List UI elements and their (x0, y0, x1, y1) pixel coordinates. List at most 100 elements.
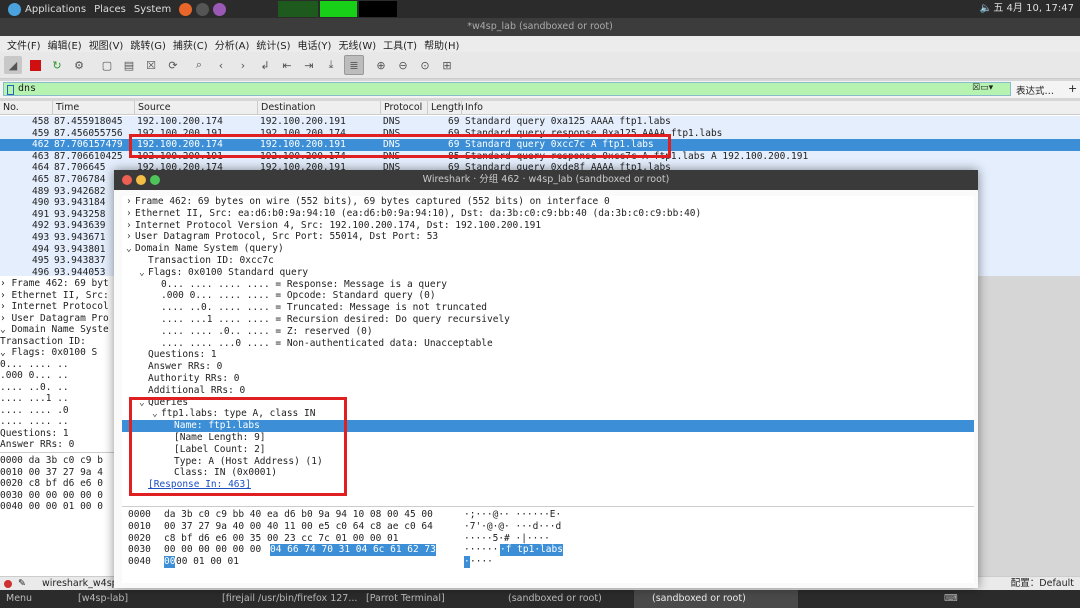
expanded-arrow-icon[interactable]: ⌄ (126, 243, 135, 255)
hex-ascii[interactable]: ···· (470, 556, 493, 568)
detail-line[interactable]: Transaction ID: (0, 336, 86, 348)
tree-node[interactable]: 0... .... .... .... = Response: Message … (122, 279, 974, 291)
menu-tools[interactable]: 工具(T) (383, 37, 417, 52)
hex-bytes[interactable]: c8 bf d6 e6 00 35 00 23 cc 7c 01 00 00 0… (164, 533, 399, 545)
menu-statistics[interactable]: 统计(S) (256, 37, 290, 52)
zoom-out-icon[interactable]: ⊖ (394, 56, 412, 74)
detail-line[interactable]: .... ..0. .. (0, 382, 69, 394)
capture-options-icon[interactable]: ⚙ (70, 56, 88, 74)
tree-node[interactable]: Answer RRs: 0 (122, 361, 974, 373)
detail-line[interactable]: › User Datagram Pro (0, 313, 109, 325)
open-file-icon[interactable]: ▢ (98, 56, 116, 74)
last-packet-icon[interactable]: ⇥ (300, 56, 318, 74)
column-destination[interactable]: Destination (257, 101, 316, 114)
tree-node[interactable]: Transaction ID: 0xcc7c (122, 255, 974, 267)
detail-line[interactable]: › Internet Protocol (0, 301, 109, 313)
hex-ascii[interactable]: ·7'·@·@· ···d···d (464, 521, 561, 533)
applications-menu[interactable]: Applications (8, 2, 86, 16)
column-info[interactable]: Info (461, 101, 483, 114)
hex-bytes[interactable]: 00 01 00 01 (176, 556, 239, 568)
taskbar-wireshark-dialog[interactable]: (sandboxed or root) (634, 590, 798, 608)
menu-edit[interactable]: 编辑(E) (48, 37, 82, 52)
detail-line[interactable]: › Frame 462: 69 byt (0, 278, 109, 290)
keyboard-icon[interactable]: ⌨ (944, 590, 958, 608)
expression-button[interactable]: 表达式… (1016, 83, 1054, 97)
tree-node[interactable]: Authority RRs: 0 (122, 373, 974, 385)
tree-node[interactable]: › Ethernet II, Src: ea:d6:b0:9a:94:10 (ea… (122, 208, 974, 220)
places-menu[interactable]: Places (94, 4, 126, 15)
menu-telephony[interactable]: 电话(Y) (298, 37, 332, 52)
tree-node[interactable]: .... ...1 .... .... = Recursion desired:… (122, 314, 974, 326)
terminal-icon[interactable] (196, 2, 210, 16)
hex-ascii-highlight[interactable]: ·f tp1·labs (500, 544, 563, 557)
hex-bytes-highlight[interactable]: 00 (164, 556, 176, 568)
save-file-icon[interactable]: ▤ (120, 56, 138, 74)
hex-bytes[interactable]: 00 00 00 00 00 00 (164, 544, 261, 556)
taskbar-w4sp-lab[interactable]: [w4sp-lab] (78, 590, 128, 608)
hex-offset[interactable]: 0020 (128, 533, 151, 545)
close-icon[interactable] (122, 175, 132, 185)
menu-go[interactable]: 跳转(G) (130, 37, 166, 52)
collapsed-arrow-icon[interactable]: › (126, 196, 135, 208)
zoom-in-icon[interactable]: ⊕ (372, 56, 390, 74)
column-protocol[interactable]: Protocol (380, 101, 422, 114)
hex-ascii[interactable]: ·;···@·· ······E· (464, 509, 561, 521)
collapsed-arrow-icon[interactable]: › (126, 231, 135, 243)
hex-bytes[interactable]: 00 37 27 9a 40 00 40 11 00 e5 c0 64 c8 a… (164, 521, 433, 533)
autoscroll-icon[interactable]: ⤓ (322, 56, 340, 74)
resize-columns-icon[interactable]: ⊞ (438, 56, 456, 74)
hex-offset[interactable]: 0040 (128, 556, 151, 568)
volume-icon[interactable]: 🔈 (980, 0, 992, 18)
column-no[interactable]: No. (0, 101, 19, 114)
menu-file[interactable]: 文件(F) (7, 37, 41, 52)
menu-help[interactable]: 帮助(H) (424, 37, 459, 52)
display-filter-input[interactable]: dns (3, 82, 1011, 96)
stop-capture-icon[interactable] (26, 56, 44, 74)
tree-node[interactable]: ⌄ Domain Name System (query) (122, 243, 974, 255)
edit-comment-icon[interactable]: ✎ (18, 577, 26, 591)
detail-line[interactable]: Answer RRs: 0 (0, 439, 74, 451)
tree-node[interactable]: .000 0... .... .... = Opcode: Standard q… (122, 290, 974, 302)
hex-ascii-highlight[interactable]: · (464, 556, 470, 568)
zoom-normal-icon[interactable]: ⊙ (416, 56, 434, 74)
first-packet-icon[interactable]: ⇤ (278, 56, 296, 74)
tree-node[interactable]: .... .... ...0 .... = Non-authenticated … (122, 338, 974, 350)
maximize-icon[interactable] (150, 175, 160, 185)
reload-file-icon[interactable]: ⟳ (164, 56, 182, 74)
bookmark-icon[interactable] (7, 85, 14, 95)
colorize-icon[interactable]: ≣ (344, 55, 364, 75)
go-back-icon[interactable]: ‹ (212, 56, 230, 74)
hex-offset[interactable]: 0010 (128, 521, 151, 533)
shark-fin-start-icon[interactable]: ◢ (4, 56, 22, 74)
tree-node[interactable]: › Frame 462: 69 bytes on wire (552 bits),… (122, 196, 974, 208)
clock[interactable]: 五 4月 10, 17:47 (993, 0, 1074, 18)
system-menu[interactable]: System (134, 4, 171, 15)
detail-line[interactable]: .... .... .. (0, 416, 69, 428)
detail-line[interactable]: › Ethernet II, Src: (0, 290, 109, 302)
hex-offset[interactable]: 0030 (128, 544, 151, 556)
collapsed-arrow-icon[interactable]: › (126, 220, 135, 232)
hex-ascii[interactable]: ······ (464, 544, 498, 556)
packet-row[interactable]: 458 87.455918045 192.100.200.174 192.100.20… (0, 116, 1080, 128)
detail-line[interactable]: .... ...1 .. (0, 393, 69, 405)
menu-wireless[interactable]: 无线(W) (338, 37, 376, 52)
tree-node[interactable]: .... .... .0.. .... = Z: reserved (0) (122, 326, 974, 338)
menu-view[interactable]: 视图(V) (89, 37, 124, 52)
taskbar-terminal[interactable]: [Parrot Terminal] (366, 590, 445, 608)
hex-bytes-highlight[interactable]: 04 66 74 70 31 04 6c 61 62 73 (270, 544, 436, 557)
firefox-icon[interactable] (179, 2, 193, 16)
app-launcher-icon[interactable] (213, 2, 227, 16)
detail-line[interactable]: 0... .... .. (0, 359, 69, 371)
find-packet-icon[interactable]: ⌕ (190, 56, 208, 74)
detail-line[interactable]: Questions: 1 (0, 428, 69, 440)
detail-line[interactable]: ⌄ Domain Name Syste (0, 324, 109, 336)
expanded-arrow-icon[interactable]: ⌄ (139, 267, 148, 279)
close-file-icon[interactable]: ☒ (142, 56, 160, 74)
hex-offset[interactable]: 0000 (128, 509, 151, 521)
hex-ascii[interactable]: ·····5·# ·|···· (464, 533, 550, 545)
detail-line[interactable]: .000 0... .. (0, 370, 69, 382)
hex-bytes[interactable]: da 3b c0 c9 bb 40 ea d6 b0 9a 94 10 08 0… (164, 509, 433, 521)
tree-node[interactable]: Additional RRs: 0 (122, 385, 974, 397)
go-to-packet-icon[interactable]: ↲ (256, 56, 274, 74)
tree-node[interactable]: ⌄ Flags: 0x0100 Standard query (122, 267, 974, 279)
